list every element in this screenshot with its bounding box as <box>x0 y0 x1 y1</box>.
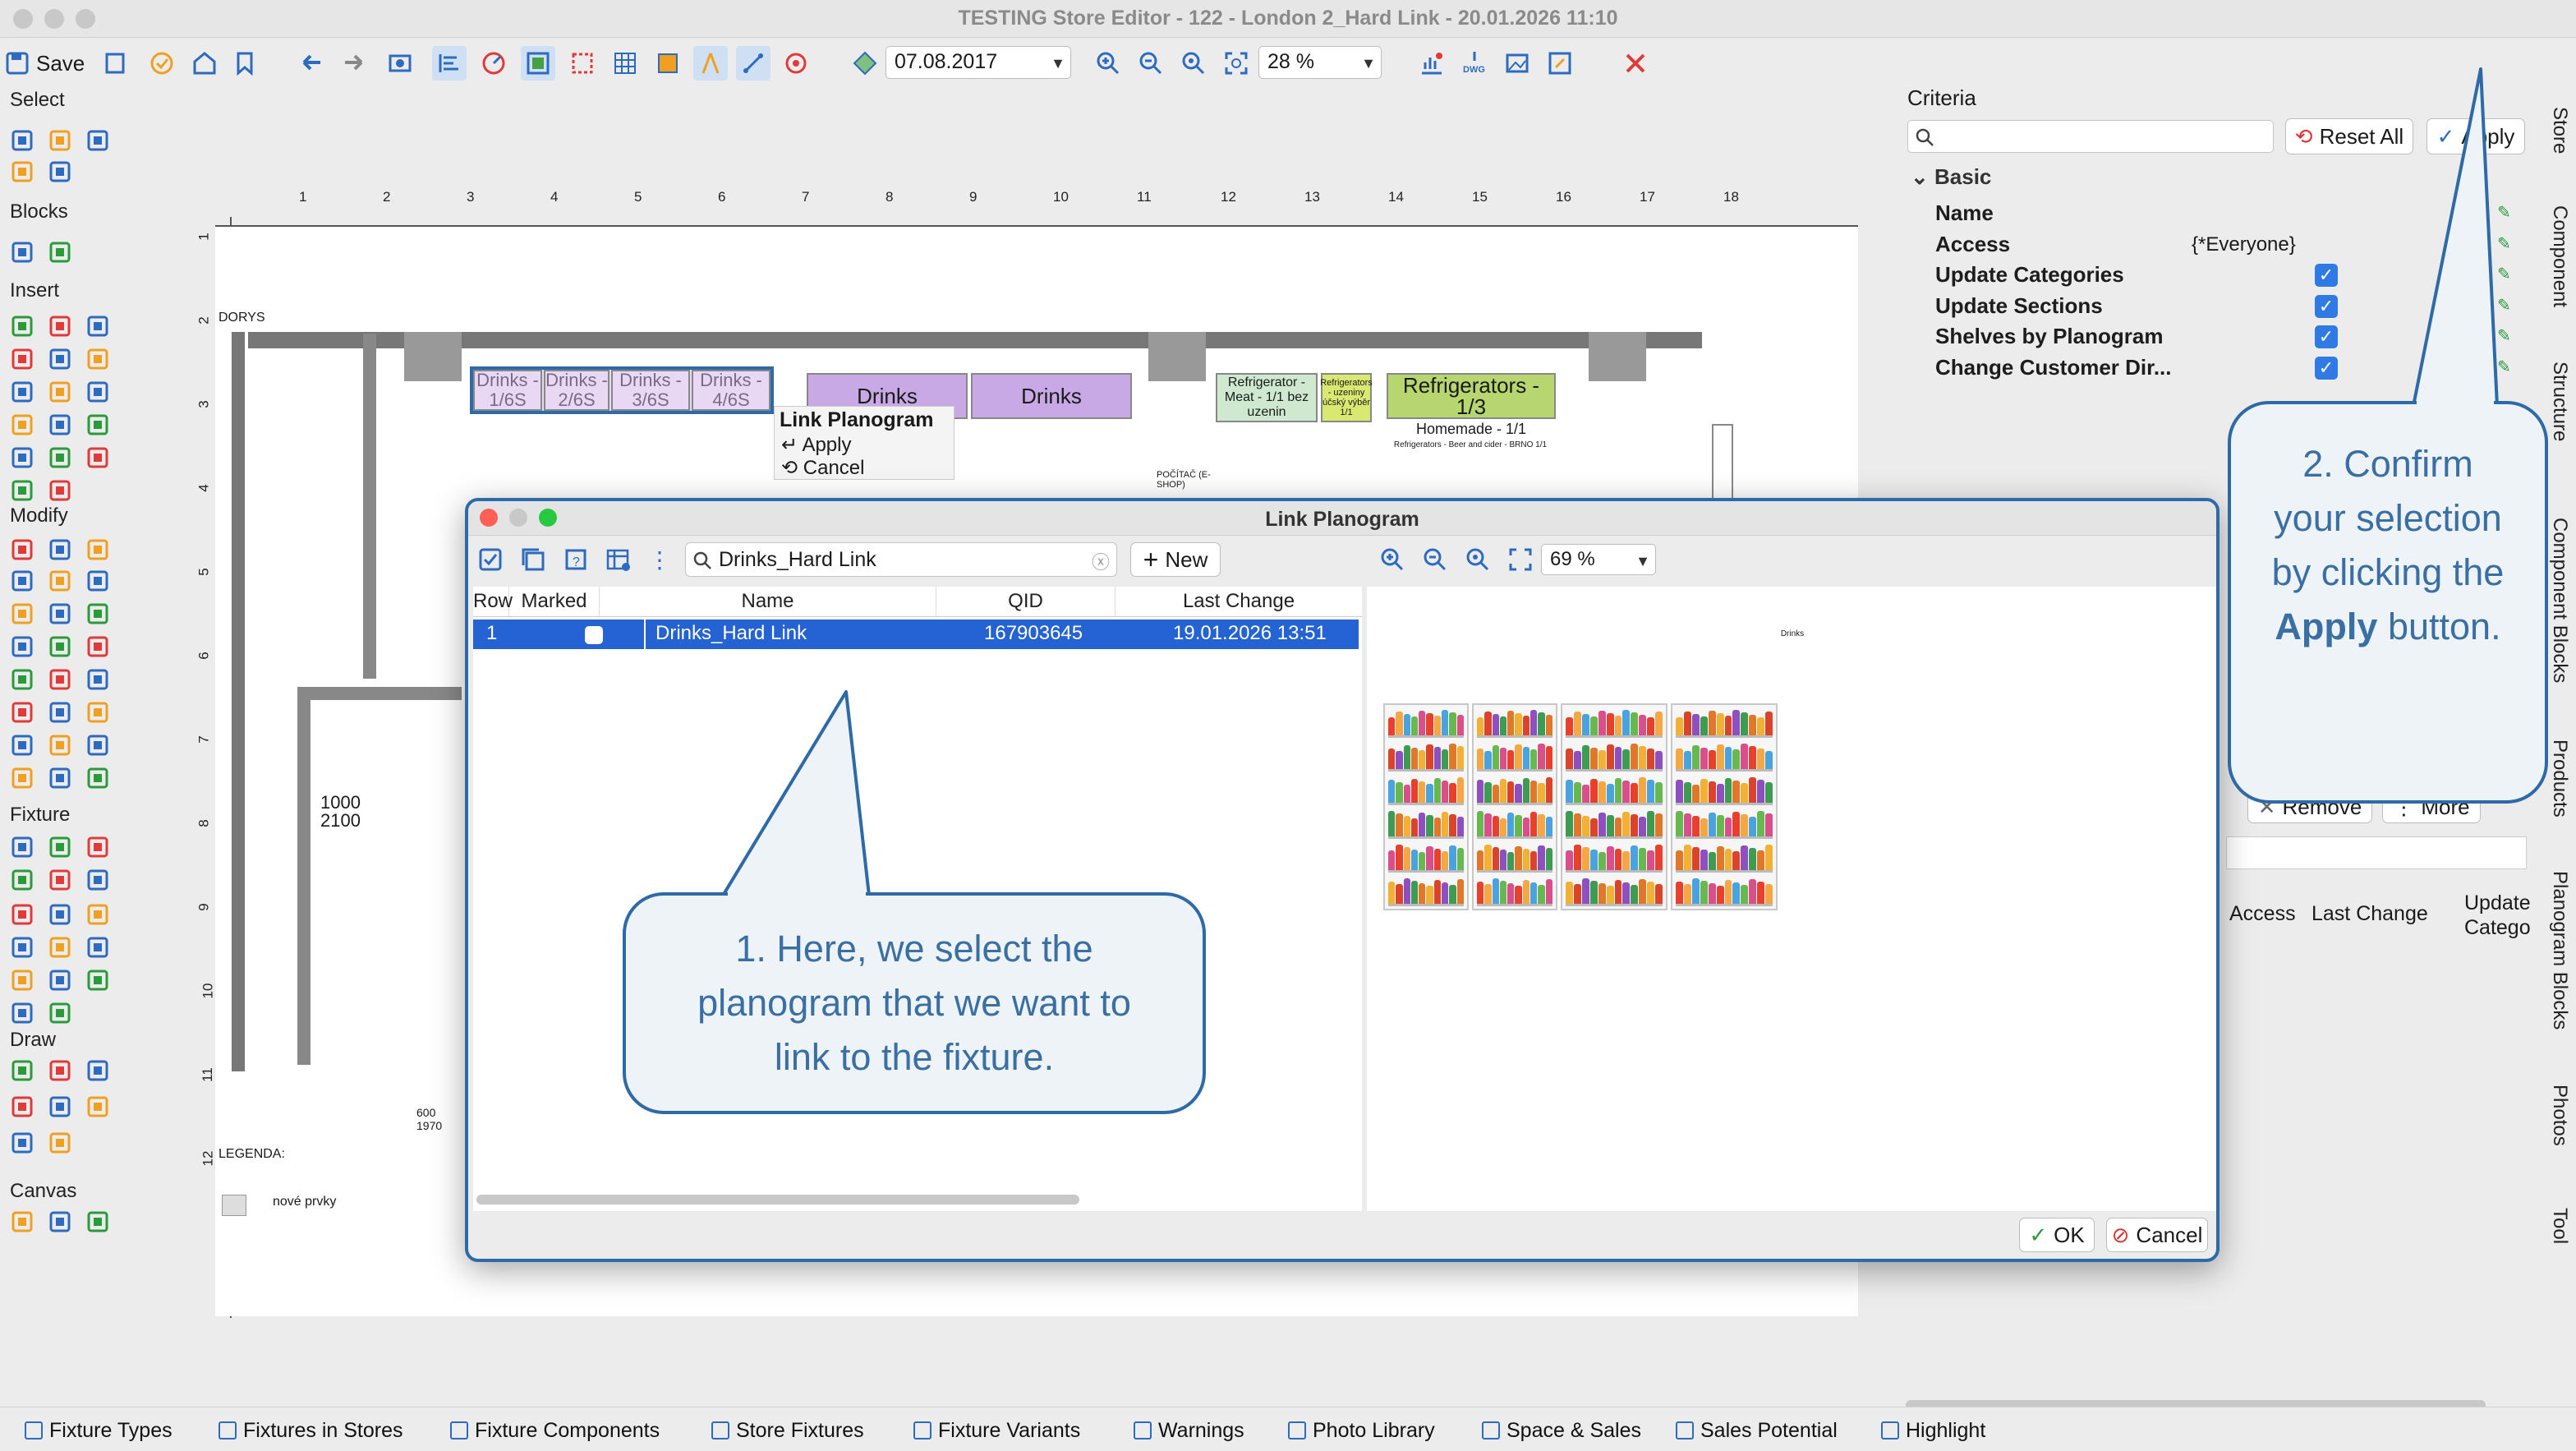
callout-2-seam <box>2417 401 2494 408</box>
callout-2-pointer <box>2412 67 2499 408</box>
callout-step-2-post: button. <box>2387 606 2501 647</box>
callout-step-2-bold: Apply <box>2275 606 2378 647</box>
callout-step-1-text: 1. Here, we select the planogram that we… <box>697 928 1131 1078</box>
callout-step-2: 2. Confirm your selection by clicking th… <box>2228 401 2548 804</box>
callout-pointers <box>721 67 2499 897</box>
callout-step-2-text: 2. Confirm your selection by clicking th… <box>2271 443 2505 593</box>
callout-1-seam <box>728 892 866 899</box>
callout-step-1: 1. Here, we select the planogram that we… <box>623 892 1206 1114</box>
callout-1-pointer <box>721 690 871 897</box>
